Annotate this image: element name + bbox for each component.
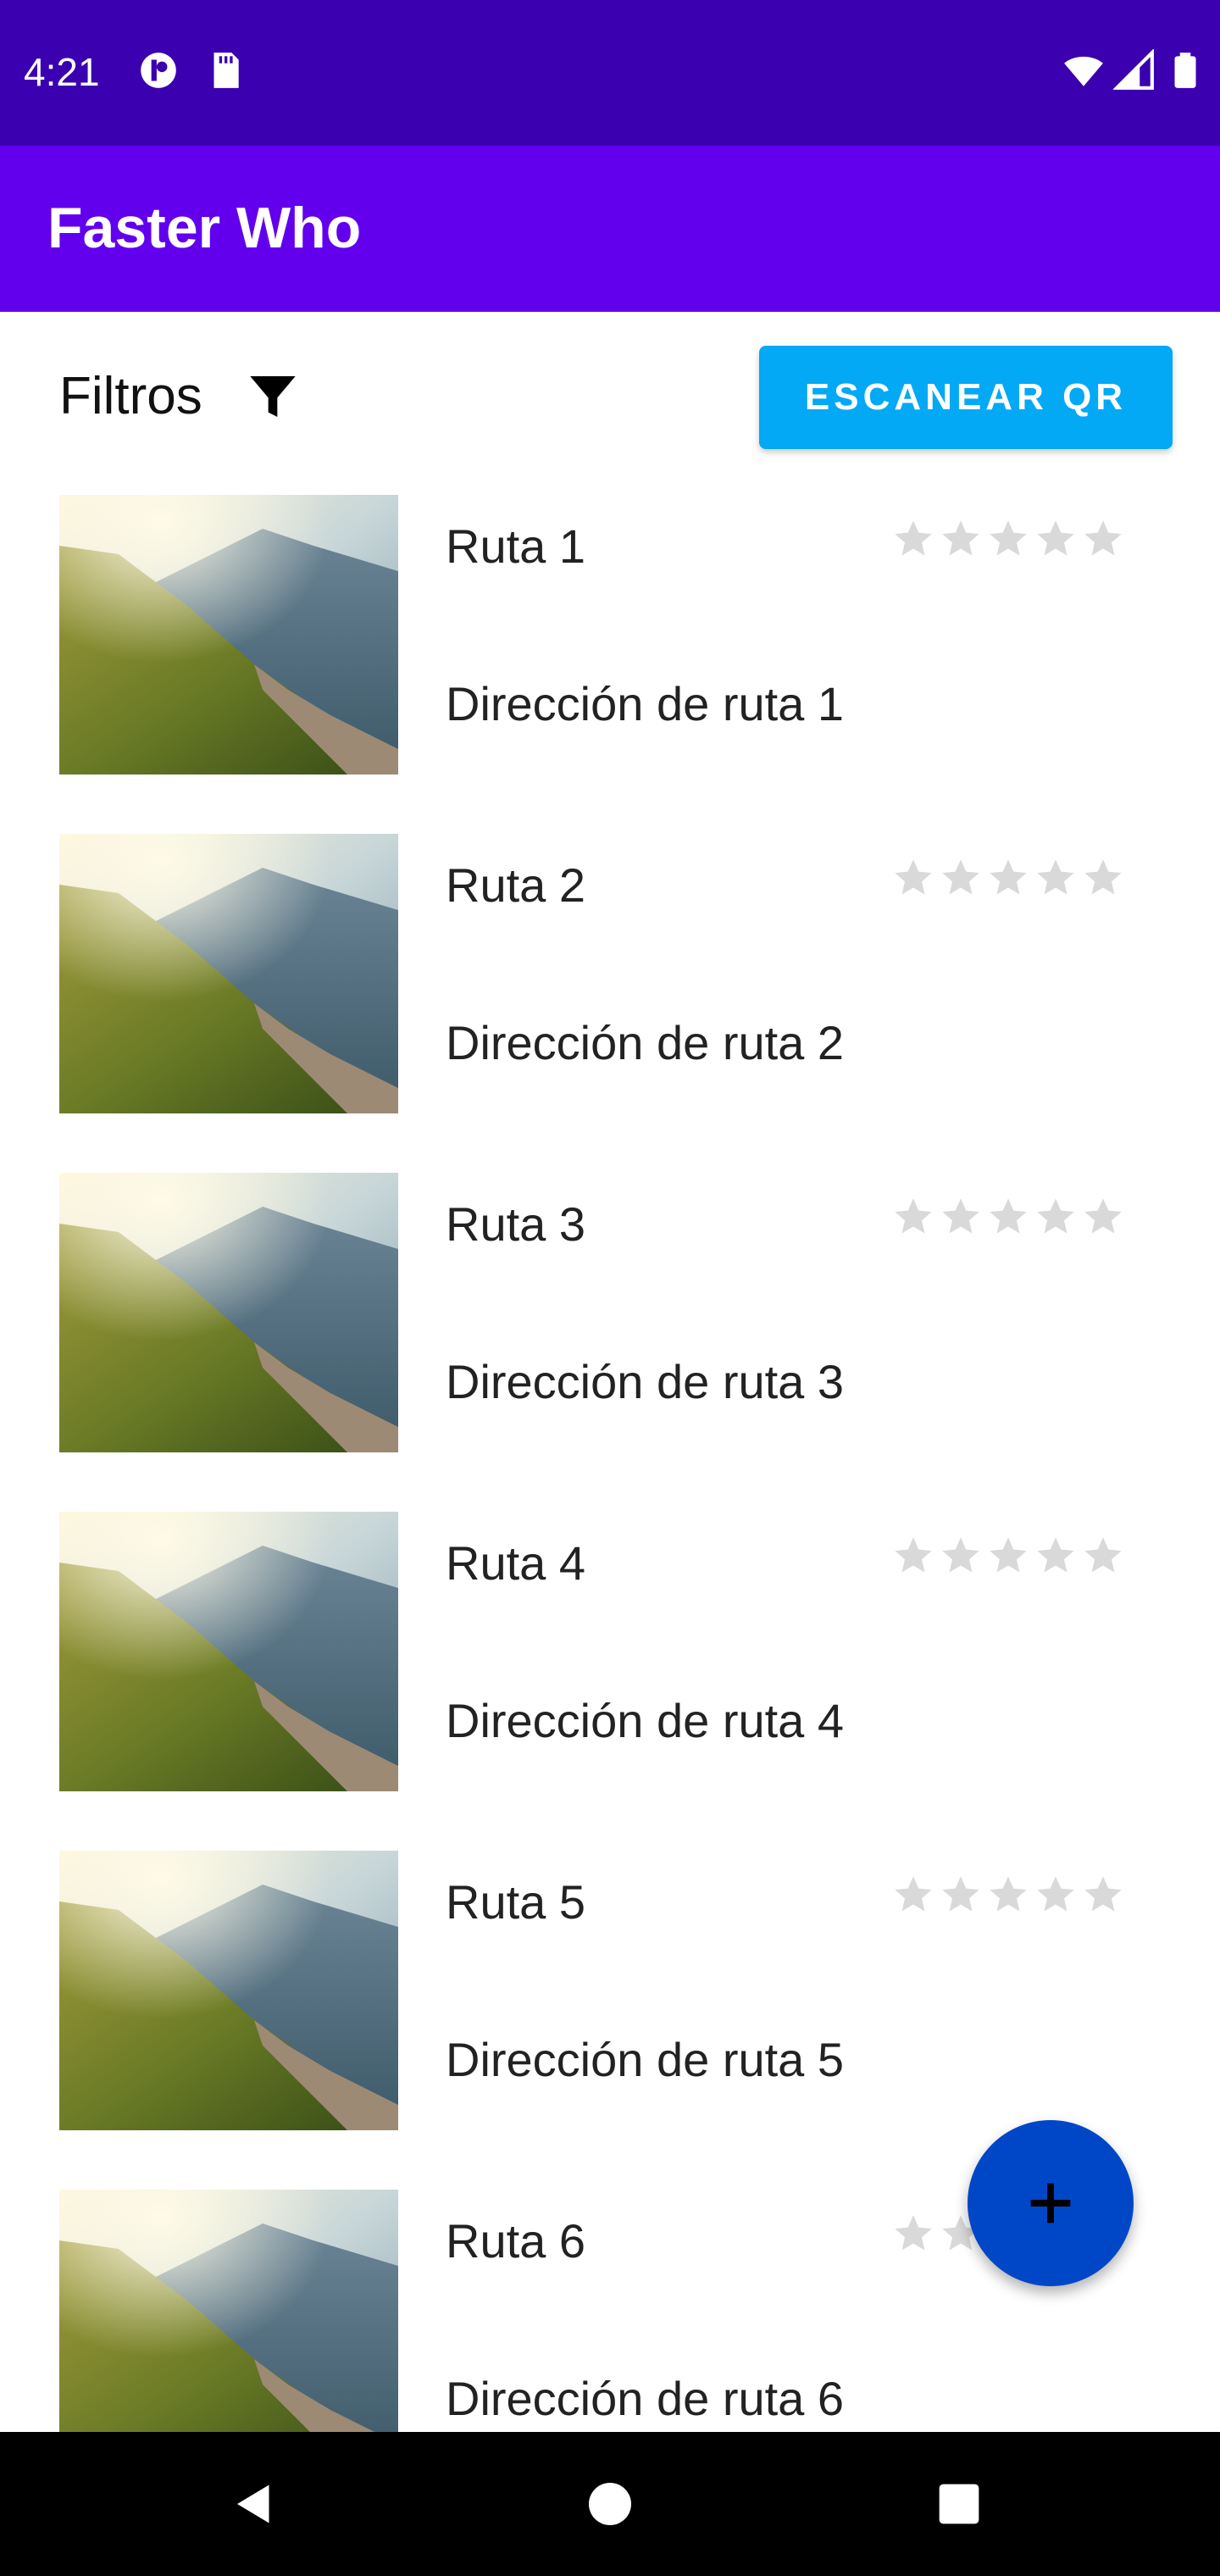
star-icon[interactable] <box>1034 1873 1078 1917</box>
route-list-item[interactable]: Ruta 5 Dirección de ruta 5 <box>0 1851 1220 2130</box>
route-thumbnail-image <box>59 2190 398 2432</box>
notification-icon <box>141 53 176 88</box>
route-address: Dirección de ruta 2 <box>446 1016 845 1069</box>
route-address: Dirección de ruta 5 <box>446 2033 845 2086</box>
filter-icon[interactable] <box>246 369 300 424</box>
filters-label[interactable]: Filtros <box>59 366 202 426</box>
route-thumbnail-image <box>59 1173 398 1452</box>
app-bar: Faster Who <box>0 146 1220 312</box>
route-title: Ruta 2 <box>446 858 585 912</box>
route-title: Ruta 4 <box>446 1536 585 1590</box>
route-title: Ruta 1 <box>446 519 585 573</box>
star-icon[interactable] <box>1034 1195 1078 1239</box>
route-address: Dirección de ruta 3 <box>446 1355 845 1408</box>
route-thumbnail-image <box>59 834 398 1113</box>
battery-icon <box>1174 53 1196 88</box>
back-icon[interactable] <box>229 2479 280 2529</box>
route-list-item[interactable]: Ruta 2 Dirección de ruta 2 <box>0 834 1220 1113</box>
star-icon[interactable] <box>939 1873 983 1917</box>
route-list-item[interactable]: Ruta 3 Dirección de ruta 3 <box>0 1173 1220 1452</box>
route-list-item[interactable]: Ruta 1 Dirección de ruta 1 <box>0 495 1220 774</box>
star-icon[interactable] <box>1034 856 1078 900</box>
status-bar: 4:21 <box>0 0 1220 146</box>
route-rating[interactable] <box>891 1534 1125 1578</box>
route-rating[interactable] <box>891 517 1125 561</box>
route-rating[interactable] <box>891 1873 1125 1917</box>
route-rating[interactable] <box>891 1195 1125 1239</box>
star-icon[interactable] <box>939 1534 983 1578</box>
star-icon[interactable] <box>1081 1534 1125 1578</box>
star-icon[interactable] <box>939 517 983 561</box>
star-icon[interactable] <box>1034 517 1078 561</box>
route-title: Ruta 5 <box>446 1875 585 1929</box>
route-address: Dirección de ruta 6 <box>446 2372 845 2425</box>
add-route-fab[interactable] <box>968 2120 1134 2286</box>
star-icon[interactable] <box>1081 517 1125 561</box>
star-icon[interactable] <box>986 517 1030 561</box>
star-icon[interactable] <box>1034 1534 1078 1578</box>
star-icon[interactable] <box>891 1534 935 1578</box>
star-icon[interactable] <box>891 517 935 561</box>
scan-qr-button[interactable]: ESCANEAR QR <box>759 346 1173 449</box>
wifi-icon <box>1064 56 1103 86</box>
navigation-bar <box>0 2432 1220 2576</box>
route-thumbnail-image <box>59 1851 398 2130</box>
app-title: Faster Who <box>47 196 362 260</box>
home-icon[interactable] <box>585 2479 635 2529</box>
recents-icon[interactable] <box>935 2480 983 2528</box>
star-icon[interactable] <box>986 1534 1030 1578</box>
sd-card-icon <box>214 53 239 88</box>
star-icon[interactable] <box>939 856 983 900</box>
star-icon[interactable] <box>1081 1873 1125 1917</box>
star-icon[interactable] <box>986 1873 1030 1917</box>
route-title: Ruta 3 <box>446 1197 585 1251</box>
star-icon[interactable] <box>1081 856 1125 900</box>
star-icon[interactable] <box>939 1195 983 1239</box>
route-address: Dirección de ruta 1 <box>446 677 845 730</box>
star-icon[interactable] <box>891 1873 935 1917</box>
star-icon[interactable] <box>986 856 1030 900</box>
route-rating[interactable] <box>891 856 1125 900</box>
star-icon[interactable] <box>891 856 935 900</box>
route-thumbnail-image <box>59 495 398 774</box>
add-icon <box>1030 2183 1071 2223</box>
status-time: 4:21 <box>24 50 100 94</box>
route-thumbnail-image <box>59 1512 398 1791</box>
star-icon[interactable] <box>891 1195 935 1239</box>
route-list-item[interactable]: Ruta 4 Dirección de ruta 4 <box>0 1512 1220 1791</box>
route-address: Dirección de ruta 4 <box>446 1694 845 1747</box>
signal-icon <box>1113 49 1154 90</box>
star-icon[interactable] <box>1081 1195 1125 1239</box>
route-title: Ruta 6 <box>446 2214 585 2268</box>
star-icon[interactable] <box>986 1195 1030 1239</box>
star-icon[interactable] <box>891 2212 935 2256</box>
